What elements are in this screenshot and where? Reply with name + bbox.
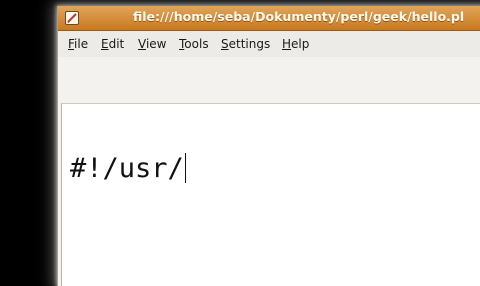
window-title: file:///home/seba/Dokumenty/perl/geek/he…	[133, 9, 465, 24]
menu-file[interactable]: File	[68, 37, 88, 51]
editor-window: file:///home/seba/Dokumenty/perl/geek/he…	[57, 6, 480, 286]
menu-settings[interactable]: Settings	[221, 37, 270, 51]
menu-bar: File Edit View Tools Settings Help	[58, 31, 480, 57]
menu-help[interactable]: Help	[282, 37, 309, 51]
document-edit-icon[interactable]	[64, 10, 80, 26]
title-bar[interactable]: file:///home/seba/Dokumenty/perl/geek/he…	[58, 6, 480, 31]
editor-text: #!/usr/	[70, 153, 184, 184]
text-cursor	[184, 153, 187, 183]
menu-edit[interactable]: Edit	[101, 37, 124, 51]
text-editor[interactable]: #!/usr/	[61, 103, 480, 286]
code-line[interactable]: #!/usr/	[70, 153, 187, 185]
toolbar-area	[58, 57, 480, 103]
menu-tools[interactable]: Tools	[179, 37, 209, 51]
menu-view[interactable]: View	[138, 37, 166, 51]
